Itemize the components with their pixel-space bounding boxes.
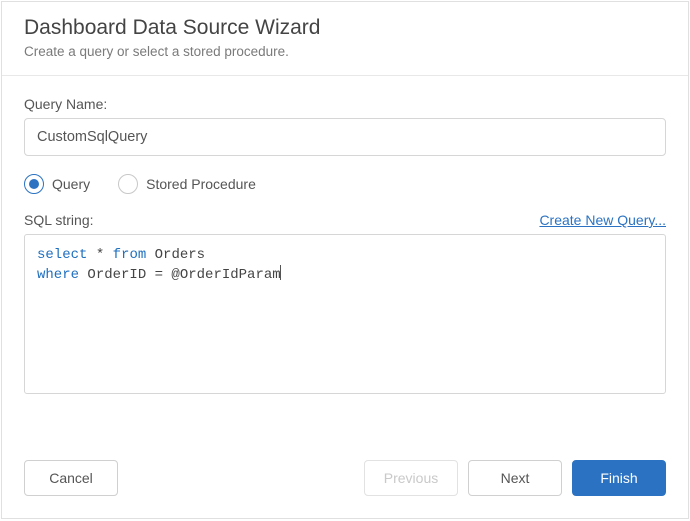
sql-keyword-from: from <box>113 247 147 263</box>
radio-stored-procedure-indicator <box>118 174 138 194</box>
wizard-dialog: Dashboard Data Source Wizard Create a qu… <box>1 1 689 519</box>
finish-button[interactable]: Finish <box>572 460 666 496</box>
radio-query-label: Query <box>52 176 90 192</box>
sql-token-star: * <box>87 247 112 263</box>
sql-keyword-select: select <box>37 247 87 263</box>
sql-line-1: select * from Orders <box>37 245 653 265</box>
sql-string-label: SQL string: <box>24 212 94 228</box>
create-new-query-link[interactable]: Create New Query... <box>539 212 666 228</box>
sql-token-condition: OrderID = @OrderIdParam <box>79 267 281 283</box>
sql-label-row: SQL string: Create New Query... <box>24 212 666 228</box>
radio-query-indicator <box>24 174 44 194</box>
sql-keyword-where: where <box>37 267 79 283</box>
wizard-footer: Cancel Previous Next Finish <box>2 444 688 518</box>
text-caret <box>280 265 281 280</box>
radio-query[interactable]: Query <box>24 174 90 194</box>
sql-line-2: where OrderID = @OrderIdParam <box>37 265 653 285</box>
wizard-title: Dashboard Data Source Wizard <box>24 16 666 40</box>
footer-spacer <box>118 460 354 496</box>
wizard-subtitle: Create a query or select a stored proced… <box>24 44 666 59</box>
next-button[interactable]: Next <box>468 460 562 496</box>
radio-stored-procedure[interactable]: Stored Procedure <box>118 174 256 194</box>
sql-token-table: Orders <box>146 247 205 263</box>
wizard-header: Dashboard Data Source Wizard Create a qu… <box>2 2 688 76</box>
sql-editor[interactable]: select * from Orders where OrderID = @Or… <box>24 234 666 394</box>
wizard-body: Query Name: Query Stored Procedure SQL s… <box>2 76 688 444</box>
cancel-button[interactable]: Cancel <box>24 460 118 496</box>
query-type-group: Query Stored Procedure <box>24 174 666 194</box>
query-name-label: Query Name: <box>24 96 666 112</box>
radio-stored-procedure-label: Stored Procedure <box>146 176 256 192</box>
previous-button: Previous <box>364 460 458 496</box>
query-name-input[interactable] <box>24 118 666 156</box>
radio-selected-dot <box>29 179 39 189</box>
